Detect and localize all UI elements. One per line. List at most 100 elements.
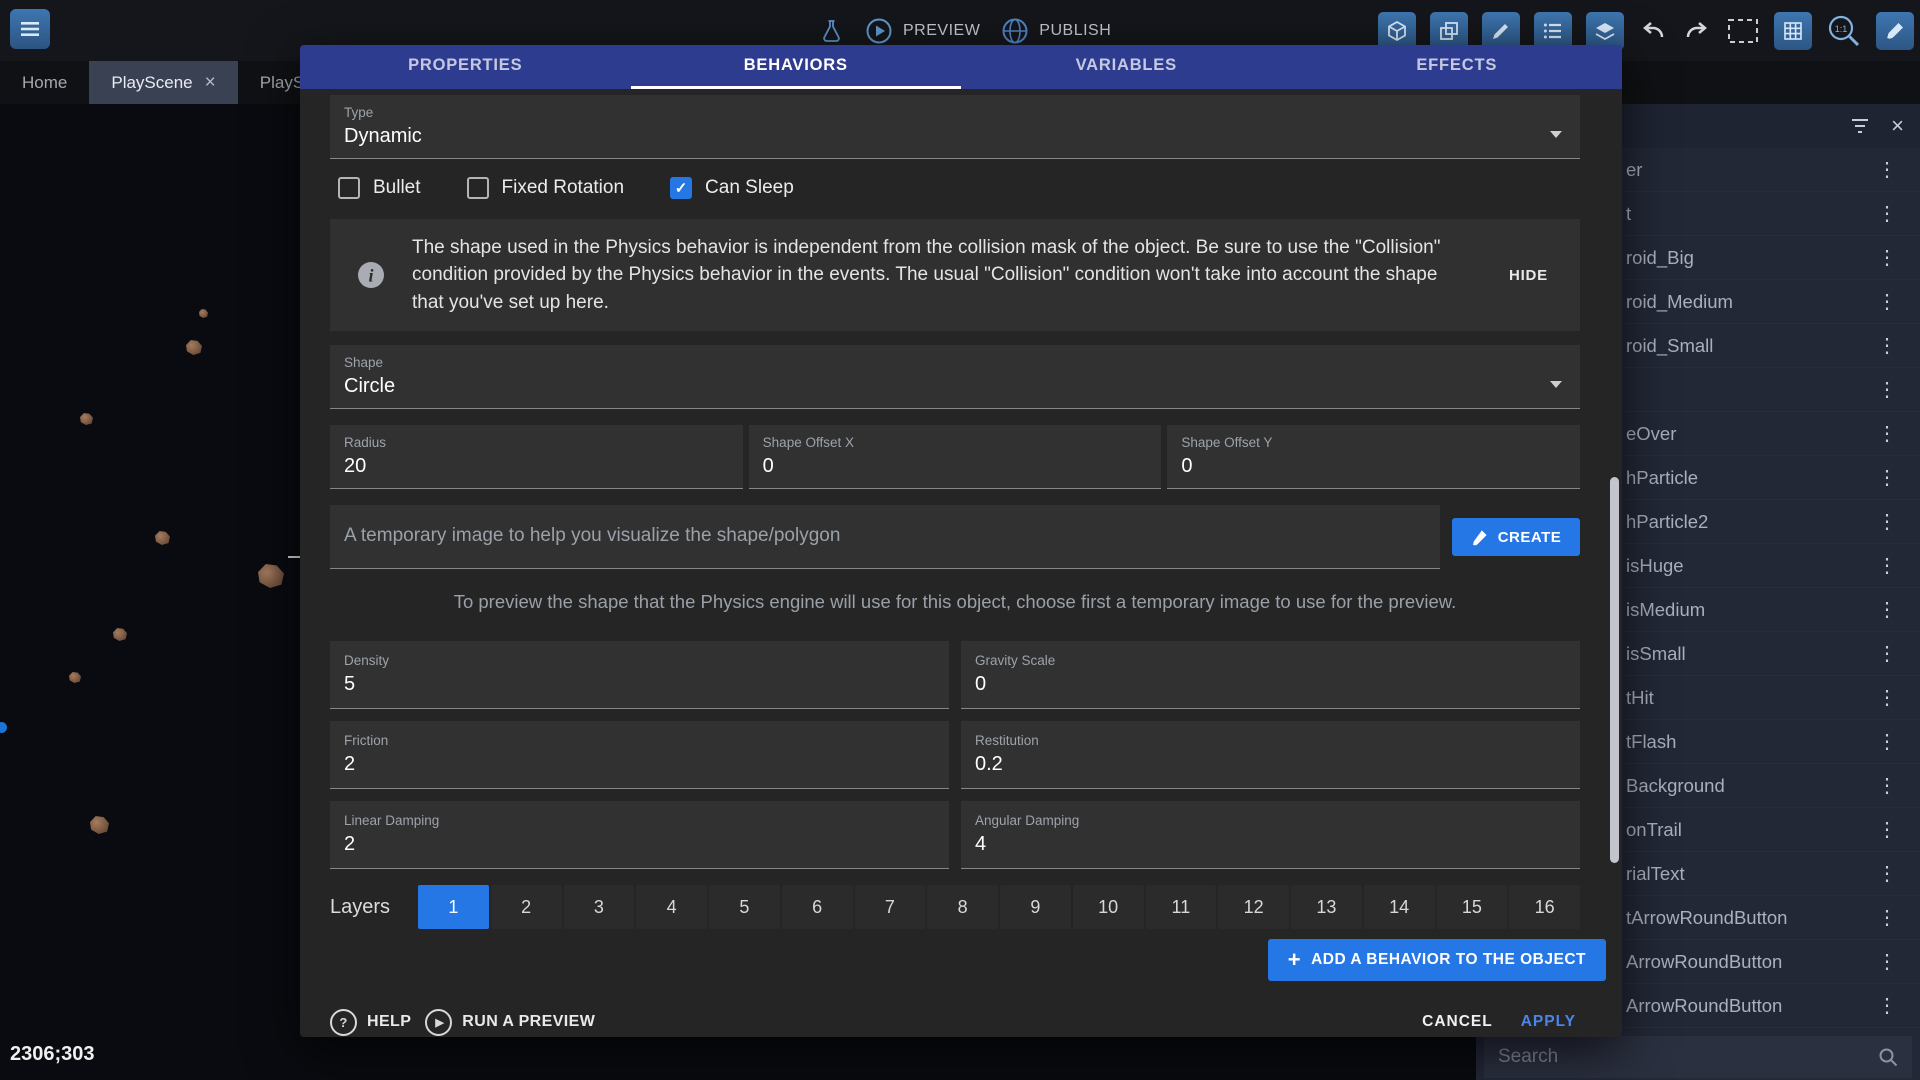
number-field[interactable]: Linear Damping 2 (330, 801, 949, 869)
grid-button[interactable] (1774, 12, 1812, 50)
dialog-tab[interactable]: PROPERTIES (300, 45, 631, 89)
layer-toggle[interactable]: 5 (709, 885, 780, 929)
number-field[interactable]: Gravity Scale 0 (961, 641, 1580, 709)
type-select[interactable]: Type Dynamic (330, 95, 1580, 159)
selection-mask-button[interactable] (1726, 14, 1760, 48)
layer-toggle[interactable]: 8 (927, 885, 998, 929)
number-field[interactable]: Density 5 (330, 641, 949, 709)
more-icon[interactable]: ⋮ (1876, 729, 1898, 754)
layer-toggle[interactable]: 16 (1509, 885, 1580, 929)
layer-toggle[interactable]: 2 (491, 885, 562, 929)
more-icon[interactable]: ⋮ (1876, 333, 1898, 358)
asteroid-sprite[interactable] (113, 628, 127, 641)
more-icon[interactable]: ⋮ (1876, 817, 1898, 842)
more-icon[interactable]: ⋮ (1876, 553, 1898, 578)
run-preview-button[interactable]: ▶ RUN A PREVIEW (425, 1009, 595, 1036)
number-field[interactable]: Angular Damping 4 (961, 801, 1580, 869)
object-groups-button[interactable] (1430, 12, 1468, 50)
tab-home[interactable]: Home (0, 61, 89, 104)
project-manager-button[interactable] (10, 9, 50, 49)
dialog-tab[interactable]: VARIABLES (961, 45, 1292, 89)
more-icon[interactable]: ⋮ (1876, 641, 1898, 666)
dialog-tab[interactable]: BEHAVIORS (631, 45, 962, 89)
undo-button[interactable] (1638, 16, 1668, 46)
layer-toggle[interactable]: 3 (564, 885, 635, 929)
shape-select[interactable]: Shape Circle (330, 345, 1580, 409)
asteroid-sprite[interactable] (90, 816, 109, 834)
asteroid-sprite[interactable] (199, 309, 208, 318)
publish-button[interactable]: PUBLISH (1000, 16, 1111, 46)
objects-editor-button[interactable] (1378, 12, 1416, 50)
more-icon[interactable]: ⋮ (1876, 465, 1898, 490)
hide-button[interactable]: HIDE (1503, 259, 1554, 292)
tab-label: PlayS (260, 73, 304, 93)
asteroid-sprite[interactable] (258, 564, 284, 588)
panel-close-button[interactable]: × (1891, 115, 1904, 137)
more-icon[interactable]: ⋮ (1876, 949, 1898, 974)
physics-params-grid: Density 5 Gravity Scale 0 Friction 2 (330, 641, 1580, 869)
number-field[interactable]: Shape Offset Y 0 (1167, 425, 1580, 489)
asteroid-sprite[interactable] (69, 672, 81, 683)
apply-button[interactable]: APPLY (1521, 1013, 1576, 1031)
more-icon[interactable]: ⋮ (1876, 685, 1898, 710)
instances-list-button[interactable] (1534, 12, 1572, 50)
tab-playscene[interactable]: PlayScene × (89, 61, 237, 104)
more-icon[interactable]: ⋮ (1876, 245, 1898, 270)
properties-button[interactable] (1482, 12, 1520, 50)
more-icon[interactable]: ⋮ (1876, 509, 1898, 534)
layer-toggle[interactable]: 6 (782, 885, 853, 929)
paint-mode-button[interactable] (1876, 12, 1914, 50)
checkbox-box: ✓ (467, 177, 489, 199)
asteroid-sprite[interactable] (155, 531, 170, 545)
number-field[interactable]: Friction 2 (330, 721, 949, 789)
more-icon[interactable]: ⋮ (1876, 289, 1898, 314)
cancel-button[interactable]: CANCEL (1422, 1013, 1493, 1031)
more-icon[interactable]: ⋮ (1876, 377, 1898, 402)
more-icon[interactable]: ⋮ (1876, 905, 1898, 930)
asteroid-sprite[interactable] (186, 340, 202, 355)
debug-button[interactable] (818, 18, 844, 44)
layers-editor-button[interactable] (1586, 12, 1624, 50)
layer-toggle[interactable]: 15 (1437, 885, 1508, 929)
more-icon[interactable]: ⋮ (1876, 201, 1898, 226)
field-value: 0 (1181, 454, 1566, 478)
more-icon[interactable]: ⋮ (1876, 993, 1898, 1018)
create-button[interactable]: CREATE (1452, 518, 1580, 556)
more-icon[interactable]: ⋮ (1876, 597, 1898, 622)
layer-toggle[interactable]: 1 (418, 885, 489, 929)
layer-toggle[interactable]: 7 (855, 885, 926, 929)
brush-icon (1471, 529, 1488, 546)
add-behavior-button[interactable]: + ADD A BEHAVIOR TO THE OBJECT (1268, 939, 1606, 981)
tab-close-icon[interactable]: × (205, 73, 216, 92)
checkbox-item[interactable]: ✓ Bullet (338, 177, 421, 199)
number-field[interactable]: Restitution 0.2 (961, 721, 1580, 789)
undo-icon (1638, 16, 1668, 46)
layer-toggle[interactable]: 12 (1218, 885, 1289, 929)
filter-button[interactable] (1849, 115, 1871, 137)
more-icon[interactable]: ⋮ (1876, 421, 1898, 446)
redo-button[interactable] (1682, 16, 1712, 46)
layer-toggle[interactable]: 9 (1000, 885, 1071, 929)
layer-toggle[interactable]: 11 (1146, 885, 1217, 929)
checkbox-item[interactable]: ✓ Fixed Rotation (467, 177, 625, 199)
temp-image-field[interactable]: A temporary image to help you visualize … (330, 505, 1440, 569)
layer-toggle[interactable]: 4 (636, 885, 707, 929)
preview-button[interactable]: PREVIEW (864, 16, 980, 46)
search-input[interactable] (1498, 1046, 1868, 1068)
number-field[interactable]: Shape Offset X 0 (749, 425, 1162, 489)
dialog-scrollbar[interactable] (1610, 477, 1619, 863)
help-button[interactable]: ? HELP (330, 1009, 411, 1036)
layer-toggle[interactable]: 14 (1364, 885, 1435, 929)
asteroid-sprite[interactable] (80, 413, 93, 425)
field-value: Circle (344, 374, 1566, 398)
zoom-reset-button[interactable]: 1:1 (1826, 13, 1862, 49)
more-icon[interactable]: ⋮ (1876, 157, 1898, 182)
more-icon[interactable]: ⋮ (1876, 773, 1898, 798)
number-field[interactable]: Radius 20 (330, 425, 743, 489)
dialog-tab[interactable]: EFFECTS (1292, 45, 1623, 89)
layer-toggle[interactable]: 13 (1291, 885, 1362, 929)
layer-toggle[interactable]: 10 (1073, 885, 1144, 929)
more-icon[interactable]: ⋮ (1876, 861, 1898, 886)
preview-hint: To preview the shape that the Physics en… (330, 591, 1580, 617)
checkbox-item[interactable]: ✓ Can Sleep (670, 177, 794, 199)
